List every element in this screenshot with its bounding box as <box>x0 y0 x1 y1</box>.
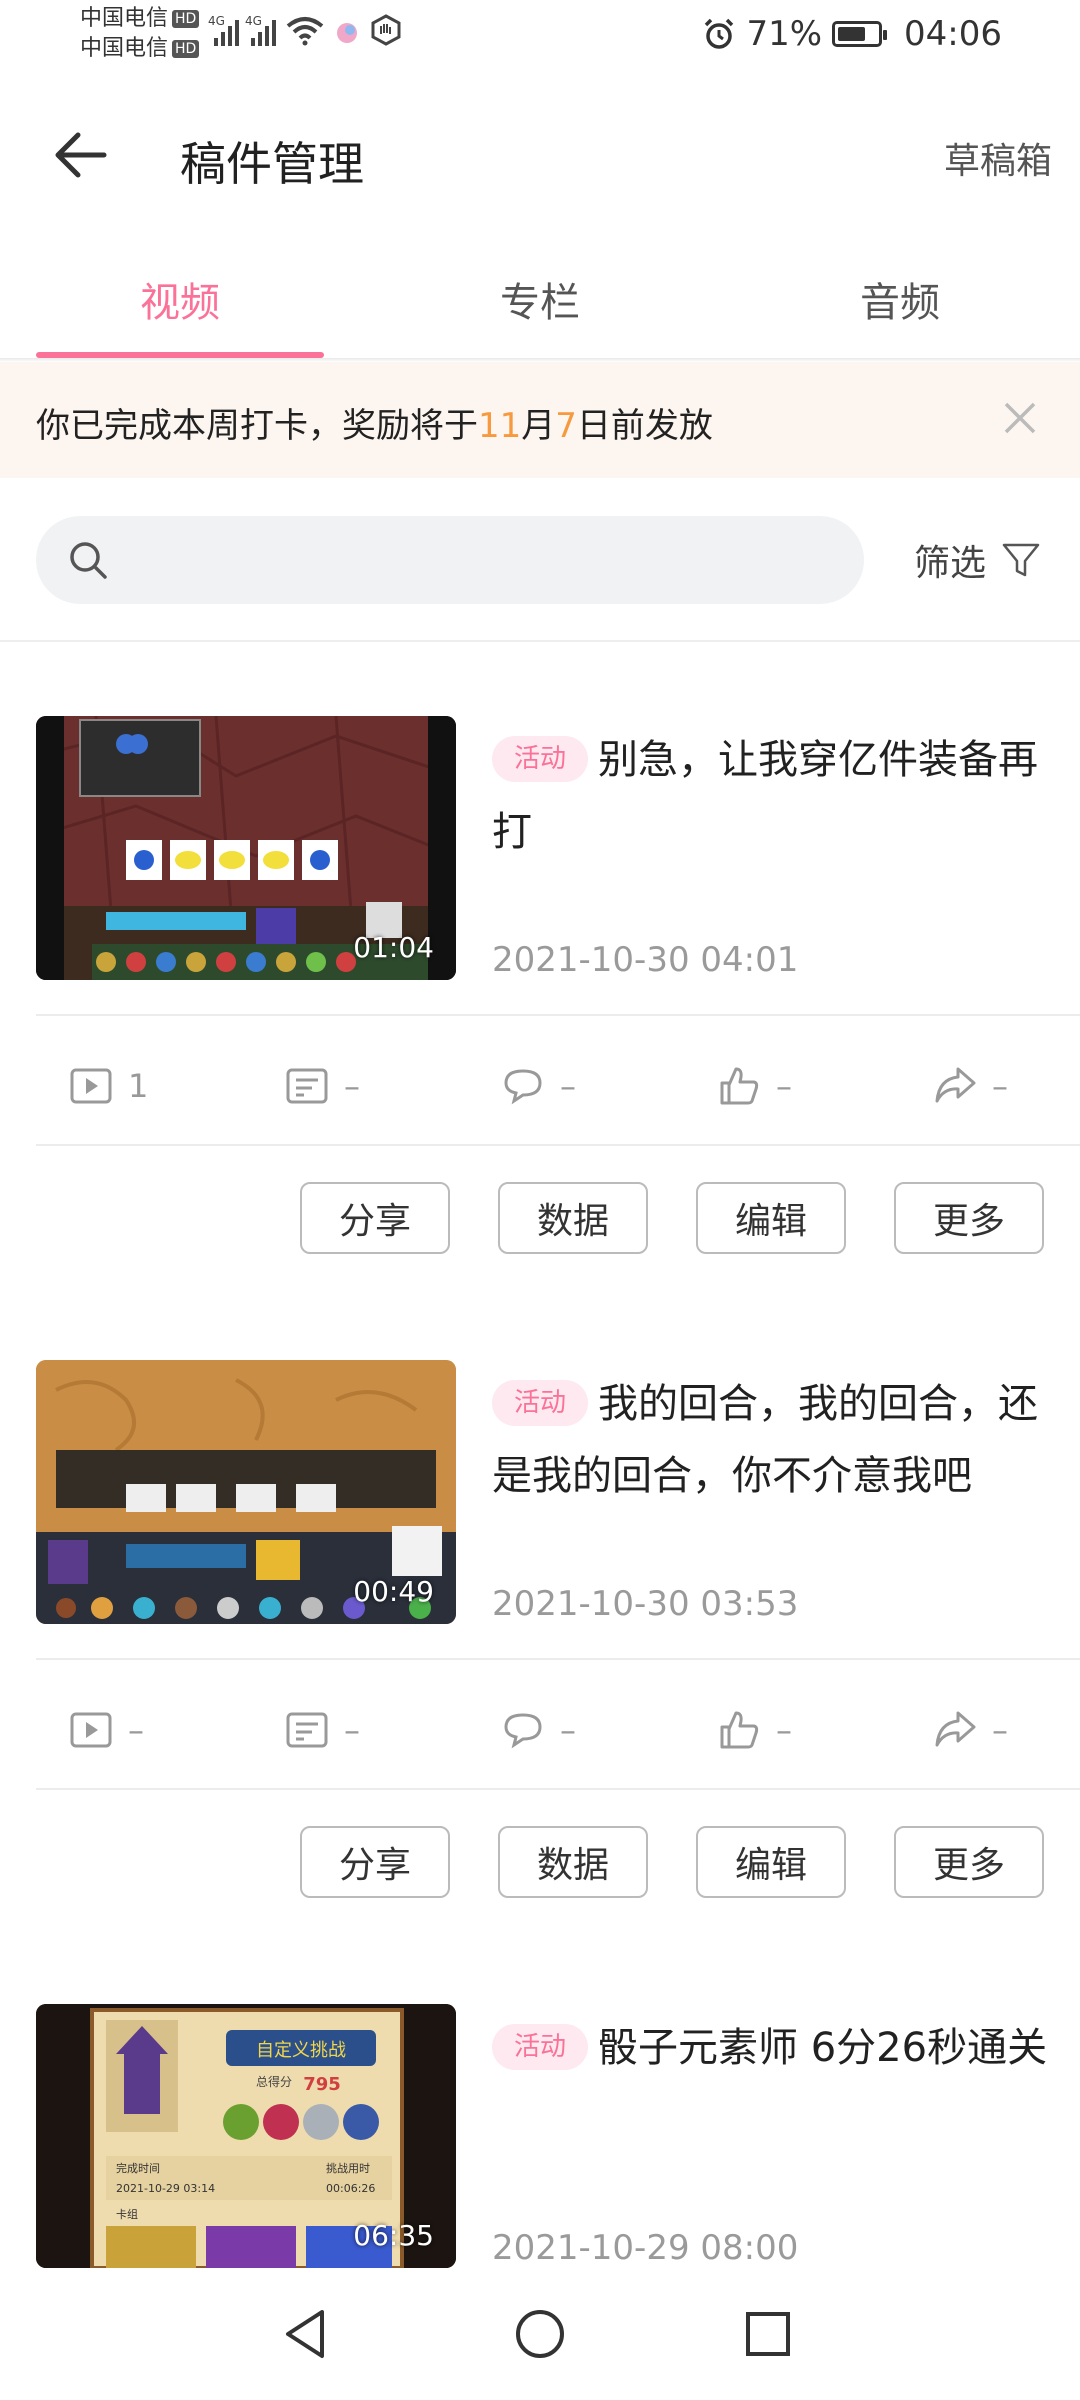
activity-badge: 活动 <box>492 736 589 782</box>
comment-count: – <box>432 1666 648 1794</box>
share-button[interactable]: 分享 <box>300 1826 450 1898</box>
thumb-text: 完成时间 <box>116 2161 160 2175</box>
thumb-text: 795 <box>303 2074 341 2095</box>
share-icon <box>935 1711 976 1747</box>
tab-bar: 视频 专栏 音频 <box>0 240 1080 358</box>
video-item: 00:49 活动 我的回合，我的回合，还是我的回合，你不介意我吧 2021-10-… <box>0 1288 1080 1898</box>
battery-icon <box>832 21 888 47</box>
signal-icon: 4G <box>208 14 239 46</box>
filter-label: 筛选 <box>913 543 986 584</box>
divider <box>36 1658 1080 1660</box>
tab-audio[interactable]: 音频 <box>720 240 1080 358</box>
filter-icon <box>1002 543 1040 577</box>
action-buttons: 分享 数据 编辑 更多 <box>300 1826 1044 1898</box>
search-icon <box>70 542 107 579</box>
thumb-text: 00:06:26 <box>326 2182 375 2195</box>
danmaku-count: – <box>216 1022 432 1150</box>
notice-text: 你已完成本周打卡，奖励将于11月7日前发放 <box>36 406 713 446</box>
divider <box>36 1144 1080 1146</box>
video-title[interactable]: 活动 别急，让我穿亿件装备再打 <box>492 724 1048 868</box>
page-title: 稿件管理 <box>180 137 364 191</box>
system-nav-bar <box>0 2268 1080 2400</box>
app-notification-icon <box>337 23 357 43</box>
video-title[interactable]: 活动 骰子元素师 6分26秒通关 <box>492 2012 1048 2084</box>
wifi-icon <box>286 17 324 46</box>
clock: 04:06 <box>904 14 1002 54</box>
search-row: 筛选 <box>0 478 1080 642</box>
video-duration: 00:49 <box>353 1575 434 1608</box>
comment-icon <box>504 1069 542 1105</box>
filter-button[interactable]: 筛选 <box>914 534 1042 586</box>
data-button[interactable]: 数据 <box>498 1182 648 1254</box>
nav-back-icon[interactable] <box>276 2304 336 2364</box>
more-button[interactable]: 更多 <box>894 1826 1044 1898</box>
battery-percent: 71% <box>746 14 823 54</box>
tab-column[interactable]: 专栏 <box>360 240 720 358</box>
video-item: 自定义挑战 总得分 795 完成时间 2021-10-29 03:14 挑战用时… <box>0 1932 1080 2268</box>
thumb-text: 挑战用时 <box>326 2161 370 2175</box>
video-date: 2021-10-30 03:53 <box>492 1584 799 1624</box>
thumb-text: 卡组 <box>116 2207 138 2221</box>
carrier-1: 中国电信 HD <box>80 6 200 32</box>
search-box[interactable] <box>36 516 864 604</box>
action-buttons: 分享 数据 编辑 更多 <box>300 1182 1044 1254</box>
play-icon <box>70 1712 112 1748</box>
video-stats: 1 – – – – <box>0 1022 1080 1150</box>
notice-banner: 你已完成本周打卡，奖励将于11月7日前发放 <box>0 362 1080 478</box>
thumb-text: 自定义挑战 <box>256 2040 346 2061</box>
tab-video[interactable]: 视频 <box>0 240 360 358</box>
danmaku-icon <box>286 1712 328 1748</box>
status-bar: 中国电信 HD 中国电信 HD 4G 4G 71% 04:06 <box>0 0 1080 72</box>
thumb-text: 总得分 <box>256 2074 292 2089</box>
signal-icon: 4G <box>245 14 276 46</box>
hand-shield-icon <box>371 14 401 46</box>
alarm-icon <box>705 18 734 49</box>
activity-badge: 活动 <box>492 2024 589 2070</box>
thumbs-up-icon <box>720 1711 759 1749</box>
divider <box>36 1014 1080 1016</box>
share-button[interactable]: 分享 <box>300 1182 450 1254</box>
video-date: 2021-10-29 08:00 <box>492 2228 799 2268</box>
more-button[interactable]: 更多 <box>894 1182 1044 1254</box>
divider <box>36 1788 1080 1790</box>
video-thumbnail[interactable]: 00:49 <box>36 1360 456 1624</box>
video-thumbnail[interactable]: 01:04 <box>36 716 456 980</box>
nav-recents-icon[interactable] <box>738 2304 798 2364</box>
data-button[interactable]: 数据 <box>498 1826 648 1898</box>
title-bar: 稿件管理 草稿箱 <box>0 90 1080 220</box>
video-stats: – – – – – <box>0 1666 1080 1794</box>
edit-button[interactable]: 编辑 <box>696 1826 846 1898</box>
drafts-button[interactable]: 草稿箱 <box>944 132 1052 184</box>
share-count: – <box>864 1666 1080 1794</box>
video-thumbnail[interactable]: 自定义挑战 总得分 795 完成时间 2021-10-29 03:14 挑战用时… <box>36 2004 456 2268</box>
thumb-text: 2021-10-29 03:14 <box>116 2182 215 2195</box>
play-count: 1 <box>0 1022 216 1150</box>
thumbs-up-icon <box>720 1067 759 1105</box>
share-icon <box>935 1067 976 1103</box>
danmaku-count: – <box>216 1666 432 1794</box>
comment-icon <box>504 1713 542 1749</box>
danmaku-icon <box>286 1068 328 1104</box>
video-date: 2021-10-30 04:01 <box>492 940 799 980</box>
close-icon[interactable] <box>1000 398 1040 438</box>
comment-count: – <box>432 1022 648 1150</box>
edit-button[interactable]: 编辑 <box>696 1182 846 1254</box>
video-duration: 01:04 <box>353 931 434 964</box>
play-count: – <box>0 1666 216 1794</box>
video-item: 01:04 活动 别急，让我穿亿件装备再打 2021-10-30 04:01 1 … <box>0 644 1080 1254</box>
share-count: – <box>864 1022 1080 1150</box>
back-arrow-icon[interactable] <box>50 125 110 185</box>
video-duration: 06:35 <box>353 2219 434 2252</box>
like-count: – <box>648 1666 864 1794</box>
video-title[interactable]: 活动 我的回合，我的回合，还是我的回合，你不介意我吧 <box>492 1368 1048 1512</box>
like-count: – <box>648 1022 864 1150</box>
play-icon <box>70 1068 112 1104</box>
nav-home-icon[interactable] <box>510 2304 570 2364</box>
activity-badge: 活动 <box>492 1380 589 1426</box>
search-input[interactable] <box>126 516 846 604</box>
carrier-2: 中国电信 HD <box>80 36 200 62</box>
